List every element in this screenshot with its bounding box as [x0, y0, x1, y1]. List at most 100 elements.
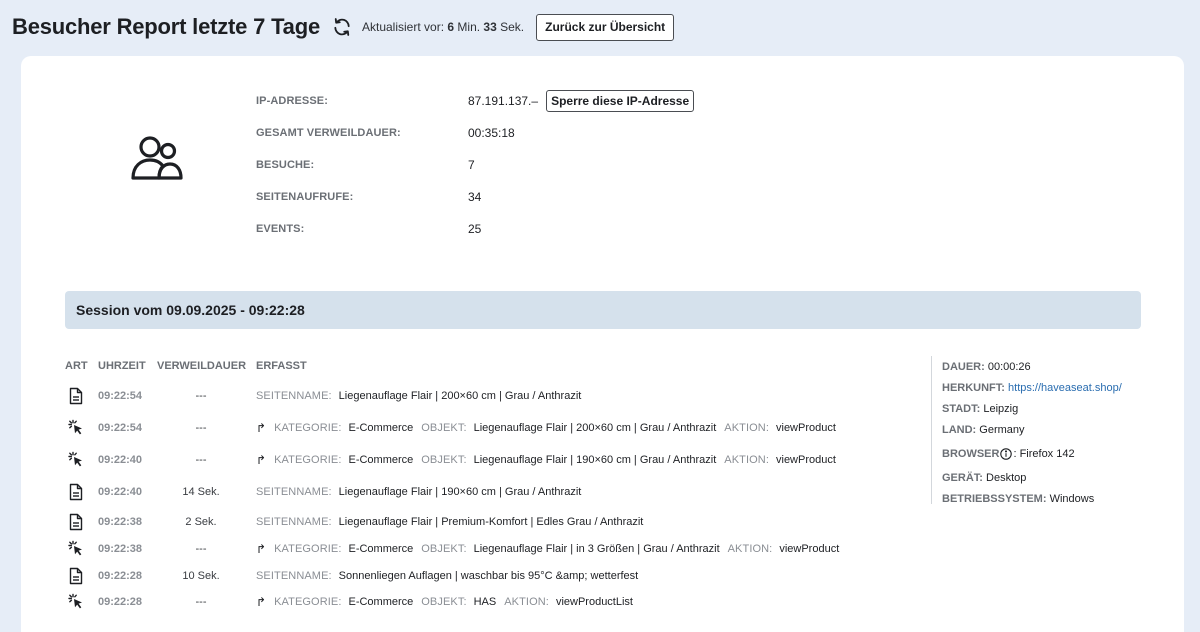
action-value: viewProduct	[776, 422, 836, 434]
seconds-label: Sek.	[500, 20, 525, 34]
back-to-overview-button[interactable]: Zurück zur Übersicht	[536, 13, 675, 41]
page-title: Besucher Report letzte 7 Tage	[12, 14, 320, 39]
minutes-label: Min.	[457, 20, 481, 34]
ip-label: IP-ADRESSE:	[256, 95, 328, 107]
row-time: 09:22:40	[98, 486, 143, 498]
pagename-key: SEITENNAME:	[256, 486, 332, 498]
document-icon	[68, 483, 84, 501]
visits-row: BESUCHE: 7	[256, 149, 694, 181]
row-details: ↱ KATEGORIE: E-Commerce OBJEKT: HAS AKTI…	[256, 595, 641, 609]
device-value: Desktop	[986, 471, 1027, 484]
country-label: LAND:	[942, 423, 977, 436]
detail-city: STADT: Leipzig	[942, 398, 1122, 419]
row-duration: 10 Sek.	[182, 570, 220, 582]
detail-device: GERÄT: Desktop	[942, 467, 1122, 488]
row-details: ↱ KATEGORIE: E-Commerce OBJEKT: Liegenau…	[256, 421, 844, 435]
table-row: 09:22:40 --- ↱ KATEGORIE: E-Commerce OBJ…	[65, 449, 895, 471]
column-header-duration: VERWEILDAUER	[157, 360, 247, 372]
click-icon	[68, 419, 84, 437]
row-time: 09:22:28	[98, 570, 143, 582]
action-value: viewProduct	[776, 454, 836, 466]
os-value: Windows	[1049, 492, 1095, 505]
ip-row: IP-ADRESSE: 87.191.137.– Sperre diese IP…	[256, 85, 695, 117]
row-duration: 14 Sek.	[182, 486, 220, 498]
click-icon	[68, 593, 84, 611]
session-details: DAUER: 00:00:26 HERKUNFT: https://haveas…	[931, 356, 1122, 505]
redirect-arrow-icon: ↱	[256, 595, 267, 609]
document-icon	[68, 387, 84, 405]
pagename-key: SEITENNAME:	[256, 570, 332, 582]
row-details: SEITENNAME: Sonnenliegen Auflagen | wasc…	[256, 570, 646, 582]
events-label: EVENTS:	[256, 223, 305, 235]
session-header[interactable]: Session vom 09.09.2025 - 09:22:28	[65, 291, 1141, 329]
row-time: 09:22:54	[98, 390, 143, 402]
row-details: SEITENNAME: Liegenauflage Flair | 190×60…	[256, 486, 589, 498]
info-icon[interactable]	[1000, 447, 1013, 460]
action-key: AKTION:	[504, 596, 549, 608]
row-duration: ---	[195, 596, 207, 608]
pagename-key: SEITENNAME:	[256, 390, 332, 402]
page-header: Besucher Report letzte 7 Tage Aktualisie…	[12, 12, 675, 42]
origin-link[interactable]: https://haveaseat.shop/	[1008, 382, 1122, 394]
city-value: Leipzig	[983, 402, 1019, 415]
object-key: OBJEKT:	[421, 596, 467, 608]
table-row: 09:22:40 14 Sek. SEITENNAME: Liegenaufla…	[65, 481, 895, 503]
block-ip-button[interactable]: Sperre diese IP-Adresse	[546, 90, 695, 112]
pagename-key: SEITENNAME:	[256, 516, 332, 528]
detail-country: LAND: Germany	[942, 419, 1122, 440]
visitor-card: IP-ADRESSE: 87.191.137.– Sperre diese IP…	[21, 56, 1184, 632]
updated-seconds: 33	[483, 20, 497, 34]
row-time: 09:22:54	[98, 422, 143, 434]
action-key: AKTION:	[727, 543, 773, 555]
row-time: 09:22:38	[98, 516, 143, 528]
table-row: 09:22:28 --- ↱ KATEGORIE: E-Commerce OBJ…	[65, 591, 895, 613]
object-value: Liegenauflage Flair | 190×60 cm | Grau /…	[473, 454, 717, 466]
users-icon	[129, 132, 185, 184]
updated-minutes: 6	[447, 20, 455, 34]
origin-label: HERKUNFT:	[942, 381, 1005, 394]
visits-label: BESUCHE:	[256, 159, 315, 171]
column-header-recorded: ERFASST	[256, 360, 307, 372]
row-time: 09:22:38	[98, 543, 143, 555]
refresh-icon[interactable]	[332, 17, 352, 37]
document-icon	[68, 567, 84, 585]
detail-os: BETRIEBSSYSTEM: Windows	[942, 488, 1122, 509]
redirect-arrow-icon: ↱	[256, 421, 267, 435]
object-key: OBJEKT:	[421, 454, 467, 466]
table-row: 09:22:28 10 Sek. SEITENNAME: Sonnenliege…	[65, 565, 895, 587]
detail-duration: DAUER: 00:00:26	[942, 356, 1122, 377]
row-details: ↱ KATEGORIE: E-Commerce OBJEKT: Liegenau…	[256, 542, 847, 556]
row-duration: ---	[195, 543, 207, 555]
action-key: AKTION:	[724, 454, 769, 466]
pagename-value: Liegenauflage Flair | 200×60 cm | Grau /…	[338, 390, 582, 402]
pagename-value: Sonnenliegen Auflagen | waschbar bis 95°…	[338, 570, 639, 582]
row-duration: ---	[195, 390, 207, 402]
category-key: KATEGORIE:	[274, 543, 342, 555]
object-value: HAS	[473, 596, 497, 608]
redirect-arrow-icon: ↱	[256, 453, 267, 467]
country-value: Germany	[979, 423, 1025, 436]
object-value: Liegenauflage Flair | in 3 Größen | Grau…	[473, 543, 720, 555]
click-icon	[68, 451, 84, 469]
updated-prefix: Aktualisiert vor:	[362, 20, 445, 34]
column-header-time: UHRZEIT	[98, 360, 146, 372]
object-key: OBJEKT:	[421, 422, 467, 434]
pageviews-value: 34	[468, 190, 482, 204]
row-duration: 2 Sek.	[185, 516, 217, 528]
category-key: KATEGORIE:	[274, 596, 342, 608]
pageviews-label: SEITENAUFRUFE:	[256, 191, 354, 203]
events-value: 25	[468, 222, 482, 236]
total-duration-row: GESAMT VERWEILDAUER: 00:35:18	[256, 117, 694, 149]
device-label: GERÄT:	[942, 471, 983, 484]
row-time: 09:22:28	[98, 596, 143, 608]
pagename-value: Liegenauflage Flair | Premium-Komfort | …	[338, 516, 644, 528]
city-label: STADT:	[942, 402, 981, 415]
category-key: KATEGORIE:	[274, 454, 342, 466]
click-icon	[68, 540, 84, 558]
category-value: E-Commerce	[348, 543, 414, 555]
category-value: E-Commerce	[348, 454, 414, 466]
events-row: EVENTS: 25	[256, 213, 694, 245]
category-value: E-Commerce	[348, 422, 414, 434]
column-header-art: ART	[65, 360, 88, 372]
table-row: 09:22:38 2 Sek. SEITENNAME: Liegenauflag…	[65, 511, 895, 533]
